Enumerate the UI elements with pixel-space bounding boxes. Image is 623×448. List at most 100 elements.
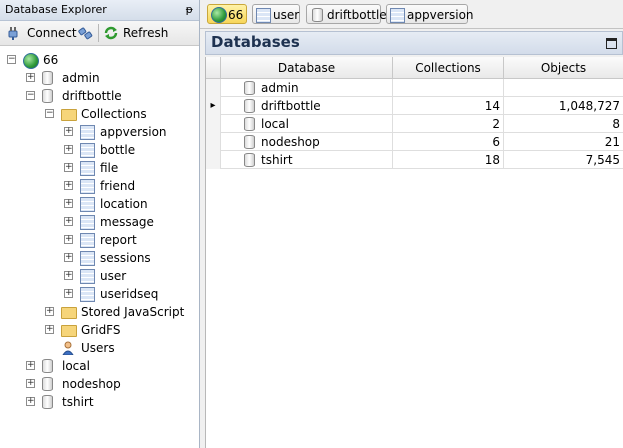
database-explorer-panel: Database Explorer ᵽ Connect Refresh − 66… xyxy=(0,0,200,448)
tree-node-collection[interactable]: + useridseq xyxy=(0,285,199,303)
column-header-collections[interactable]: Collections xyxy=(393,57,504,79)
table-row[interactable]: local 2 8 xyxy=(206,115,623,133)
database-icon xyxy=(244,153,255,167)
collection-icon xyxy=(80,179,95,194)
tree-node-collection[interactable]: + message xyxy=(0,213,199,231)
tree-node-collection[interactable]: + file xyxy=(0,159,199,177)
database-name: tshirt xyxy=(261,153,293,167)
expand-icon[interactable]: + xyxy=(64,199,73,208)
tree-node-gridfs[interactable]: + GridFS xyxy=(0,321,199,339)
collection-icon xyxy=(80,215,95,230)
objects-cell[interactable]: 21 xyxy=(504,133,623,151)
refresh-icon xyxy=(104,26,118,40)
explorer-title: Database Explorer xyxy=(5,3,107,16)
tree-node-stored-javascript[interactable]: + Stored JavaScript xyxy=(0,303,199,321)
tree-node-collections[interactable]: − Collections xyxy=(0,105,199,123)
row-selector[interactable] xyxy=(206,133,221,151)
expand-icon[interactable]: + xyxy=(64,127,73,136)
globe-icon xyxy=(23,53,39,69)
collections-cell[interactable]: 14 xyxy=(393,97,504,115)
database-cell[interactable]: tshirt xyxy=(221,151,393,169)
user-icon xyxy=(62,341,74,355)
expand-icon[interactable]: + xyxy=(64,271,73,280)
tree-node-driftbottle[interactable]: − driftbottle xyxy=(0,87,199,105)
table-row[interactable]: admin xyxy=(206,79,623,97)
collection-icon xyxy=(256,8,271,23)
collection-icon xyxy=(80,269,95,284)
pin-icon[interactable]: ᵽ xyxy=(186,0,193,20)
objects-cell[interactable]: 8 xyxy=(504,115,623,133)
disconnect-button[interactable] xyxy=(76,23,94,43)
column-header-objects[interactable]: Objects xyxy=(504,57,623,79)
expand-icon[interactable]: + xyxy=(64,289,73,298)
tab-appversion[interactable]: appversion xyxy=(386,4,474,24)
tab-label: user xyxy=(273,8,300,22)
objects-cell[interactable]: 7,545 xyxy=(504,151,623,169)
collapse-icon[interactable]: − xyxy=(7,55,16,64)
tree-node-collection[interactable]: + friend xyxy=(0,177,199,195)
database-cell[interactable]: nodeshop xyxy=(221,133,393,151)
tree-node-collection[interactable]: + location xyxy=(0,195,199,213)
database-icon xyxy=(42,71,53,85)
collection-icon xyxy=(80,287,95,302)
collapse-icon[interactable]: − xyxy=(45,109,54,118)
database-cell[interactable]: driftbottle xyxy=(221,97,393,115)
tree-label: message xyxy=(100,215,154,229)
objects-cell[interactable] xyxy=(504,79,623,97)
tree-node-collection[interactable]: + bottle xyxy=(0,141,199,159)
explorer-toolbar: Connect Refresh xyxy=(0,21,199,46)
tree-node-collection[interactable]: + user xyxy=(0,267,199,285)
tab-66[interactable]: 66 xyxy=(207,4,247,24)
column-header-database[interactable]: Database xyxy=(221,57,393,79)
databases-panel-header: Databases xyxy=(205,31,623,55)
disconnect-icon xyxy=(78,27,93,40)
expand-icon[interactable]: + xyxy=(64,217,73,226)
tree-node-collection[interactable]: + sessions xyxy=(0,249,199,267)
database-name: local xyxy=(261,117,289,131)
tree-node-admin[interactable]: + admin xyxy=(0,69,199,87)
database-cell[interactable]: local xyxy=(221,115,393,133)
row-selector[interactable] xyxy=(206,115,221,133)
expand-icon[interactable]: + xyxy=(64,163,73,172)
table-row[interactable]: ▸ driftbottle 14 1,048,727 xyxy=(206,97,623,115)
row-selector[interactable] xyxy=(206,151,221,169)
collections-cell[interactable]: 6 xyxy=(393,133,504,151)
expand-icon[interactable]: + xyxy=(64,253,73,262)
collections-cell[interactable]: 2 xyxy=(393,115,504,133)
expand-icon[interactable]: + xyxy=(64,181,73,190)
expand-icon[interactable]: + xyxy=(26,361,35,370)
tree-label: Users xyxy=(81,341,115,355)
expand-icon[interactable]: + xyxy=(64,145,73,154)
objects-cell[interactable]: 1,048,727 xyxy=(504,97,623,115)
collections-cell[interactable]: 18 xyxy=(393,151,504,169)
expand-icon[interactable]: + xyxy=(45,307,54,316)
collapse-icon[interactable]: − xyxy=(26,91,35,100)
tab-user[interactable]: user xyxy=(252,4,300,24)
tree-node-tshirt[interactable]: + tshirt xyxy=(0,393,199,411)
row-selector[interactable] xyxy=(206,79,221,97)
expand-icon[interactable]: + xyxy=(26,379,35,388)
collections-cell[interactable] xyxy=(393,79,504,97)
row-pointer-icon[interactable]: ▸ xyxy=(206,97,221,115)
database-name: admin xyxy=(261,81,299,95)
expand-icon[interactable]: + xyxy=(45,325,54,334)
tab-driftbottle[interactable]: driftbottle xyxy=(306,4,387,24)
tree-node-collection[interactable]: + appversion xyxy=(0,123,199,141)
table-row[interactable]: tshirt 18 7,545 xyxy=(206,151,623,169)
tree-label: user xyxy=(100,269,127,283)
table-row[interactable]: nodeshop 6 21 xyxy=(206,133,623,151)
database-cell[interactable]: admin xyxy=(221,79,393,97)
tree-node-server[interactable]: − 66 xyxy=(0,51,199,69)
database-icon xyxy=(244,99,255,113)
expand-icon[interactable]: + xyxy=(26,397,35,406)
collection-icon xyxy=(80,197,95,212)
tree-node-local[interactable]: + local xyxy=(0,357,199,375)
maximize-icon[interactable] xyxy=(606,38,617,49)
tree-node-collection[interactable]: + report xyxy=(0,231,199,249)
tree-node-users[interactable]: Users xyxy=(0,339,199,357)
expand-icon[interactable]: + xyxy=(26,73,35,82)
expand-icon[interactable]: + xyxy=(64,235,73,244)
document-tabs: 66 user driftbottle appversion xyxy=(200,0,623,29)
tree-label: admin xyxy=(62,71,100,85)
tree-node-nodeshop[interactable]: + nodeshop xyxy=(0,375,199,393)
